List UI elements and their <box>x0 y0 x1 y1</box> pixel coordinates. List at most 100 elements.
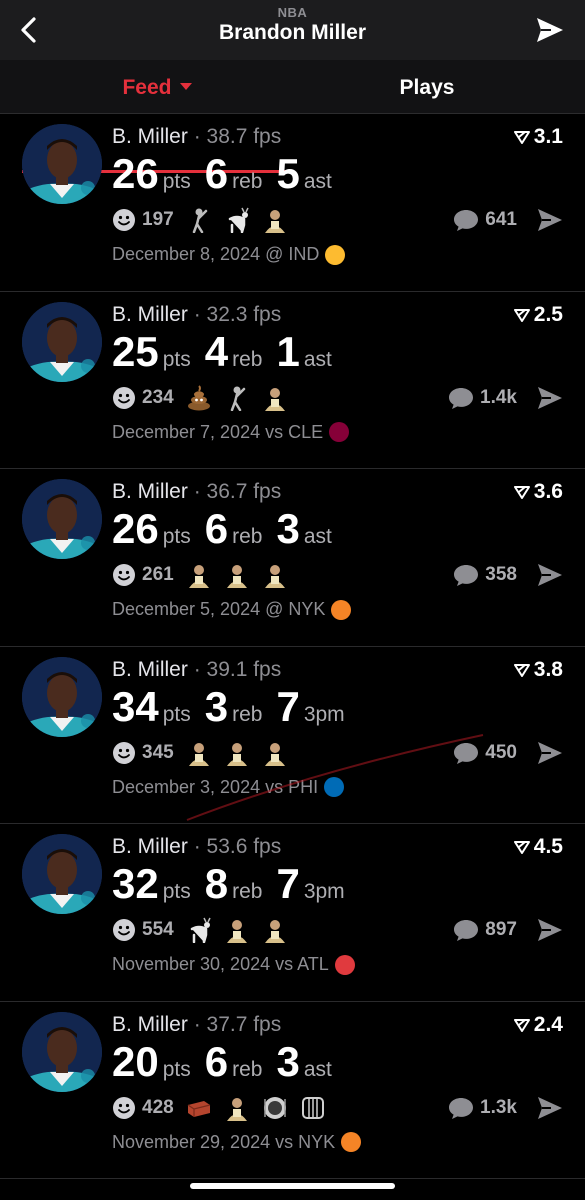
stat-3pm: 7 3pm <box>276 860 344 908</box>
share-send-icon[interactable] <box>537 1096 563 1120</box>
player-photo-icon[interactable] <box>186 740 212 766</box>
stat-value: 25 <box>112 327 159 375</box>
stat-reb: 6 reb <box>205 505 263 553</box>
game-card-3[interactable]: B. Miller · 36.7 fps 3.6 26 pts 6 reb 3 ast 2… <box>0 469 585 647</box>
smiley-reaction-icon[interactable] <box>112 741 136 765</box>
rating-value: 4.5 <box>533 835 563 858</box>
player-photo-icon[interactable] <box>224 917 250 943</box>
game-feed: B. Miller · 38.7 fps 3.1 26 pts 6 reb 5 ast 1… <box>0 114 585 1179</box>
brick-icon[interactable] <box>186 1095 212 1121</box>
game-date: November 30, 2024 vs ATL <box>112 954 329 974</box>
comments-button[interactable]: 450 <box>453 739 517 767</box>
reaction-row[interactable]: 554 <box>112 916 300 944</box>
game-card-6[interactable]: B. Miller · 37.7 fps 2.4 20 pts 6 reb 3 ast 4… <box>0 1002 585 1179</box>
reaction-count: 345 <box>142 741 174 763</box>
comments-button[interactable]: 358 <box>453 561 517 589</box>
plate-icon[interactable] <box>262 1095 288 1121</box>
comment-count: 358 <box>485 564 517 585</box>
share-send-icon[interactable] <box>537 208 563 232</box>
stat-ast: 3 ast <box>276 1038 331 1086</box>
smiley-reaction-icon[interactable] <box>112 563 136 587</box>
share-send-icon[interactable] <box>537 386 563 410</box>
share-send-icon[interactable] <box>537 741 563 765</box>
stat-value: 3 <box>276 505 300 552</box>
rating-value: 3.1 <box>533 125 563 148</box>
player-photo-icon[interactable] <box>224 562 250 588</box>
smiley-reaction-icon[interactable] <box>112 386 136 410</box>
page-title: Brandon Miller <box>218 21 366 44</box>
player-avatar <box>22 124 102 204</box>
share-send-icon[interactable] <box>537 918 563 942</box>
stat-label: 3pm <box>303 702 345 726</box>
player-photo-icon[interactable] <box>262 207 288 233</box>
game-card-4[interactable]: B. Miller · 39.1 fps 3.8 34 pts 3 reb 7 3pm 3… <box>0 647 585 824</box>
top-bar: NBA Brandon Miller <box>0 0 585 60</box>
poop-icon[interactable] <box>186 384 212 411</box>
reaction-row[interactable]: 234 <box>112 384 300 412</box>
game-card-2[interactable]: B. Miller · 32.3 fps 2.5 25 pts 4 reb 1 ast 2… <box>0 292 585 469</box>
player-photo-icon[interactable] <box>224 1095 250 1121</box>
goat-icon[interactable] <box>186 917 212 944</box>
stat-pts: 25 pts <box>112 328 191 376</box>
cage-icon[interactable] <box>300 1095 326 1121</box>
stat-label: pts <box>162 880 191 903</box>
stat-reb: 4 reb <box>205 328 263 376</box>
reaction-row[interactable]: 197 <box>112 206 300 234</box>
stat-label: reb <box>232 347 263 371</box>
player-photo-icon[interactable] <box>262 917 288 943</box>
tab-plays[interactable]: Plays <box>292 60 562 114</box>
share-send-icon[interactable] <box>537 563 563 587</box>
comment-bubble-icon <box>454 565 479 586</box>
stat-pts: 20 pts <box>112 1038 191 1086</box>
pacers-logo-icon <box>325 244 346 265</box>
rating-value: 3.6 <box>533 480 563 503</box>
smiley-reaction-icon[interactable] <box>112 208 136 232</box>
stat-reb: 6 reb <box>205 150 263 198</box>
stat-reb: 3 reb <box>205 683 263 731</box>
game-card-1[interactable]: B. Miller · 38.7 fps 3.1 26 pts 6 reb 5 ast 1… <box>0 114 585 292</box>
share-send-icon[interactable] <box>535 16 565 44</box>
reaction-emoji-list <box>186 207 300 234</box>
stat-value: 6 <box>204 505 229 552</box>
stat-reb: 6 reb <box>205 1038 263 1086</box>
reaction-row[interactable]: 345 <box>112 739 300 767</box>
player-photo-icon[interactable] <box>262 385 288 411</box>
stat-reb: 8 reb <box>205 860 263 908</box>
rating-triangle-icon <box>513 1018 530 1032</box>
game-date: December 8, 2024 @ IND <box>112 244 320 264</box>
comments-button[interactable]: 1.3k <box>448 1094 517 1122</box>
stat-value: 7 <box>276 860 300 907</box>
stat-line: 26 pts 6 reb 5 ast <box>112 150 346 198</box>
stat-label: pts <box>162 1057 191 1081</box>
league-label: NBA <box>277 5 308 20</box>
player-photo-icon[interactable] <box>262 562 288 588</box>
golfer-icon[interactable] <box>224 385 250 411</box>
rating-triangle-icon <box>513 663 530 677</box>
knicks-logo-icon <box>331 599 352 620</box>
stat-value: 3 <box>204 682 229 730</box>
golfer-icon[interactable] <box>186 207 212 234</box>
stat-label: pts <box>162 702 191 726</box>
comments-button[interactable]: 897 <box>453 916 517 944</box>
tab-feed[interactable]: Feed <box>22 60 292 114</box>
rating-triangle-icon <box>513 486 530 499</box>
rating-value: 2.4 <box>533 1012 563 1036</box>
smiley-reaction-icon[interactable] <box>112 1096 136 1120</box>
player-photo-icon[interactable] <box>224 740 250 766</box>
reaction-row[interactable]: 261 <box>112 561 300 589</box>
goat-icon[interactable] <box>224 207 250 234</box>
rating-score: 2.4 <box>513 1012 563 1037</box>
player-photo-icon[interactable] <box>262 740 288 766</box>
fps-value: · 53.6 fps <box>193 835 282 858</box>
reaction-row[interactable]: 428 <box>112 1094 338 1122</box>
game-card-5[interactable]: B. Miller · 53.6 fps 4.5 32 pts 8 reb 7 3pm 5… <box>0 824 585 1002</box>
smiley-reaction-icon[interactable] <box>112 918 136 942</box>
stat-pts: 32 pts <box>112 860 191 908</box>
stat-value: 8 <box>204 860 229 907</box>
player-photo-icon[interactable] <box>186 562 212 588</box>
stat-label: pts <box>162 347 191 371</box>
comments-button[interactable]: 1.4k <box>448 384 517 412</box>
fps-value: · 32.3 fps <box>193 302 282 326</box>
stat-value: 6 <box>204 150 229 197</box>
comments-button[interactable]: 641 <box>453 206 517 234</box>
